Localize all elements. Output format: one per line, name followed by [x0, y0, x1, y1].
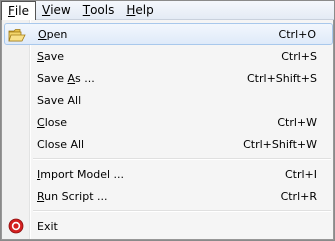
menu-separator [33, 158, 331, 160]
menu-item-close-label-rest: lose [44, 115, 67, 129]
folder-open-icon [8, 26, 26, 43]
menu-help[interactable]: Help [120, 1, 159, 20]
menu-item-run-script[interactable]: Run Script ... Ctrl+R [4, 185, 333, 207]
menu-item-close-label: Close [37, 116, 67, 129]
menu-view[interactable]: View [36, 1, 77, 20]
exit-icon [7, 217, 25, 234]
menu-item-save-label: Save [37, 50, 64, 63]
menu-item-open-label-rest: pen [46, 27, 68, 41]
menu-item-import-model[interactable]: Import Model ... Ctrl+I [4, 163, 333, 185]
menu-item-close-all[interactable]: Close All Ctrl+Shift+W [4, 133, 333, 155]
menu-separator [33, 210, 331, 212]
menu-item-save-access-key: S [37, 49, 44, 63]
menu-item-exit[interactable]: Exit [4, 215, 333, 237]
menu-item-run-script-label: Run Script ... [37, 190, 108, 203]
menu-item-import-model-label: Import Model ... [37, 168, 124, 181]
menu-item-run-script-shortcut: Ctrl+R [280, 189, 317, 203]
menu-tools[interactable]: Tools [77, 1, 121, 20]
menu-view-label-rest: iew [50, 3, 71, 17]
menu-bar: File View Tools Help [1, 0, 334, 21]
menu-item-save-all-label: Save All [37, 93, 82, 107]
menu-item-exit-label: Exit [37, 219, 58, 233]
menu-item-save-shortcut: Ctrl+S [281, 49, 317, 63]
menu-item-open-access-key: O [38, 27, 47, 41]
menu-item-save-as-label-rest: s ... [75, 71, 95, 85]
menu-item-open-label: Open [38, 28, 67, 41]
menu-item-close-all-label: Close All [37, 137, 85, 151]
menu-item-close-access-key: C [37, 115, 45, 129]
menu-item-save-all[interactable]: Save All [4, 89, 333, 111]
menu-help-label-rest: elp [135, 3, 154, 17]
menu-tools-label-rest: ools [90, 3, 115, 17]
menu-help-access-key: H [126, 3, 136, 17]
menu-file[interactable]: File [1, 0, 36, 21]
menu-tools-access-key: T [82, 3, 91, 17]
menu-file-label-rest: ile [14, 4, 29, 18]
menu-item-save-as-label-start: Save [37, 71, 68, 85]
menu-item-close-all-shortcut: Ctrl+Shift+W [243, 137, 317, 151]
menu-file-access-key: F [8, 4, 15, 18]
menu-item-close[interactable]: Close Ctrl+W [4, 111, 333, 133]
menu-item-save[interactable]: Save Ctrl+S [4, 45, 333, 67]
menu-item-import-model-shortcut: Ctrl+I [284, 167, 317, 181]
menu-item-save-as[interactable]: Save As ... Ctrl+Shift+S [4, 67, 333, 89]
menu-item-open-shortcut: Ctrl+O [278, 27, 316, 41]
menu-item-run-script-label-rest: un Script ... [44, 189, 108, 203]
menu-item-save-as-label: Save As ... [37, 72, 95, 85]
menu-item-save-as-shortcut: Ctrl+Shift+S [247, 71, 317, 85]
menu-item-save-as-access-key: A [67, 71, 76, 85]
menu-item-close-shortcut: Ctrl+W [277, 115, 317, 129]
file-menu-dropdown: Open Ctrl+O Save Ctrl+S Save As ... Ctrl… [1, 20, 334, 240]
menu-item-open[interactable]: Open Ctrl+O [4, 23, 333, 45]
menu-view-access-key: V [41, 3, 51, 17]
menu-item-save-label-rest: ave [43, 49, 65, 63]
menu-item-import-model-label-rest: mport Model ... [40, 167, 125, 181]
